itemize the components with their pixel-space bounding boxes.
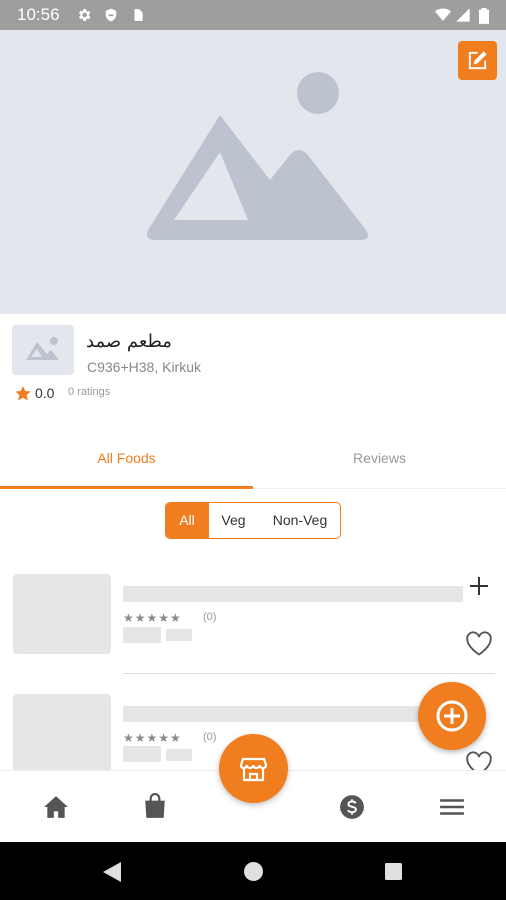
store-button[interactable] [219, 734, 288, 803]
filter-non-veg-button[interactable]: Non-Veg [258, 503, 340, 538]
status-time: 10:56 [17, 5, 60, 24]
shopping-bag-icon[interactable] [143, 793, 167, 819]
shield-icon [105, 8, 117, 22]
food-rating-count: (0) [203, 611, 217, 623]
food-title-placeholder [123, 706, 463, 722]
menu-icon[interactable] [439, 798, 465, 816]
back-icon[interactable] [102, 861, 122, 883]
food-price-placeholder [123, 746, 161, 762]
food-rating-count: (0) [203, 731, 217, 743]
restaurant-cover-image [0, 30, 506, 314]
food-image-placeholder[interactable] [13, 694, 111, 774]
home-circle-icon[interactable] [243, 861, 264, 882]
heart-icon[interactable] [465, 631, 493, 657]
battery-icon [479, 8, 489, 24]
star-icon [15, 386, 31, 401]
food-discount-placeholder [166, 749, 192, 761]
tab-active-indicator [0, 486, 253, 489]
food-rating-stars: ★★★★★ [123, 611, 182, 625]
food-discount-placeholder [166, 629, 192, 641]
image-placeholder-icon [26, 337, 59, 360]
add-to-cart-fab[interactable] [418, 682, 486, 750]
food-price-placeholder [123, 627, 161, 643]
restaurant-address: C936+H38, Kirkuk [87, 359, 202, 375]
signal-icon [456, 8, 470, 22]
tab-reviews[interactable]: Reviews [253, 438, 506, 488]
sim-card-icon [134, 9, 143, 21]
image-placeholder-icon [147, 72, 368, 240]
food-rating-stars: ★★★★★ [123, 731, 182, 745]
system-navigation-bar [0, 842, 506, 900]
home-icon[interactable] [43, 795, 69, 819]
filter-veg-button[interactable]: Veg [208, 503, 258, 538]
food-image-placeholder[interactable] [13, 574, 111, 654]
wifi-icon [435, 8, 451, 21]
plus-circle-icon [436, 700, 468, 732]
ratings-count: 0 ratings [68, 386, 111, 398]
food-type-filter: All Veg Non-Veg [165, 502, 341, 539]
gear-icon [78, 9, 91, 21]
add-icon[interactable] [468, 575, 490, 597]
restaurant-logo [12, 325, 74, 375]
recents-icon[interactable] [384, 862, 403, 881]
dollar-icon[interactable] [339, 794, 365, 820]
rating-value: 0.0 [35, 385, 55, 401]
food-title-placeholder [123, 586, 463, 602]
edit-button[interactable] [458, 41, 497, 80]
filter-all-button[interactable]: All [166, 503, 208, 538]
restaurant-name: مطعم صمد [86, 331, 172, 352]
store-icon [240, 757, 267, 782]
status-bar: 10:56 [0, 0, 506, 30]
list-divider [123, 673, 495, 674]
tab-all-foods[interactable]: All Foods [0, 438, 253, 488]
edit-icon [468, 51, 487, 70]
